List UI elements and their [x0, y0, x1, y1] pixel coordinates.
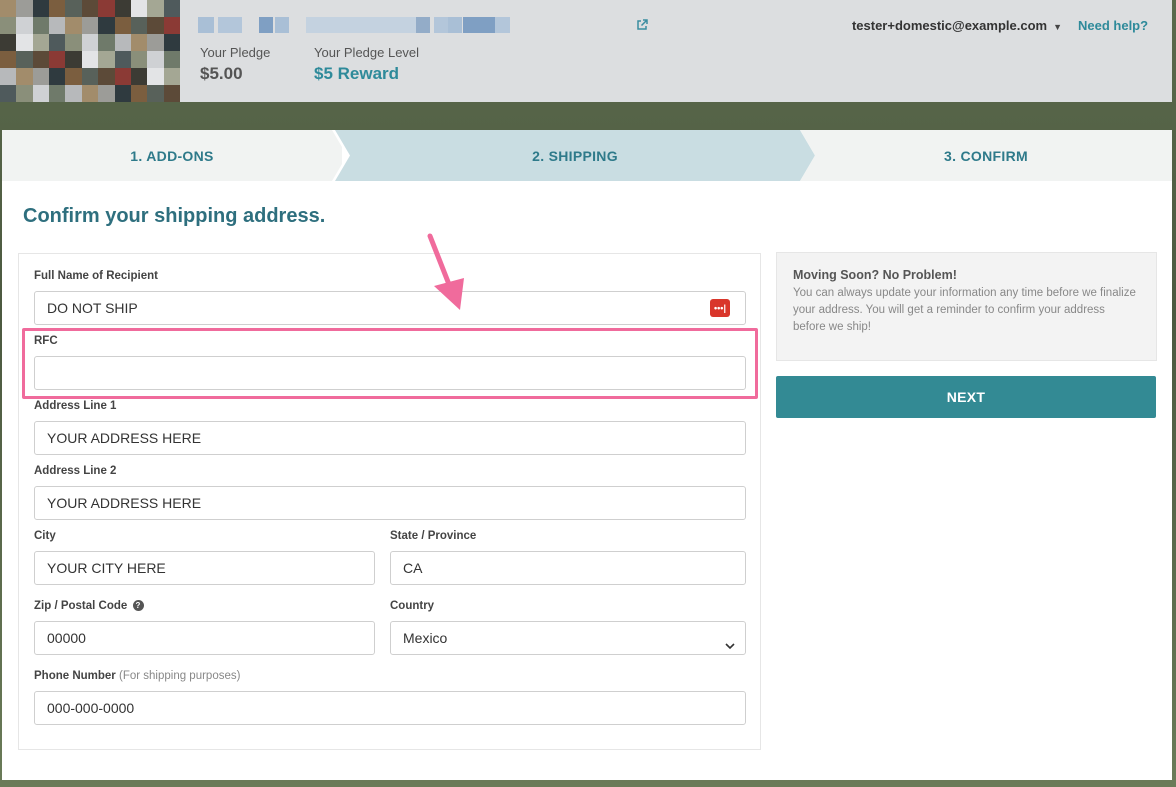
full-name-label: Full Name of Recipient: [34, 270, 158, 282]
note-body: You can always update your information a…: [793, 287, 1136, 333]
pledge-level-label: Your Pledge Level: [314, 45, 420, 60]
step-add-ons[interactable]: 1. ADD-ONS: [2, 130, 342, 181]
state-input[interactable]: [390, 551, 746, 585]
moving-soon-note: Moving Soon? No Problem! You can always …: [776, 252, 1157, 361]
project-thumbnail: [0, 0, 180, 102]
phone-hint: (For shipping purposes): [119, 670, 241, 682]
shipping-form: Full Name of Recipient •••| RFC Address …: [18, 253, 761, 750]
checkout-panel: 1. ADD-ONS 2. SHIPPING 3. CONFIRM Confir…: [2, 130, 1172, 780]
step-shipping[interactable]: 2. SHIPPING: [335, 130, 815, 181]
pledge-level-value: $5 Reward: [314, 64, 400, 83]
zip-label: Zip / Postal Code ?: [34, 600, 144, 612]
country-label: Country: [390, 600, 435, 612]
redacted-project-title: [198, 17, 518, 33]
address-line-1-input[interactable]: [34, 421, 746, 455]
full-name-input[interactable]: [34, 291, 746, 325]
chevron-down-icon: [725, 631, 735, 663]
password-manager-icon[interactable]: •••|: [710, 299, 730, 317]
step-confirm[interactable]: 3. CONFIRM: [800, 130, 1172, 181]
account-email: tester+domestic@example.com: [851, 18, 1048, 33]
full-name-wrapper: •••|: [34, 291, 746, 325]
country-select[interactable]: Mexico: [390, 621, 746, 655]
city-input[interactable]: [34, 551, 375, 585]
city-label: City: [34, 530, 56, 542]
pledge-header: Your Pledge $5.00 Your Pledge Level $5 R…: [0, 0, 1172, 102]
page-title: Confirm your shipping address.: [23, 205, 326, 227]
external-link-icon[interactable]: [636, 19, 650, 33]
progress-steps: 1. ADD-ONS 2. SHIPPING 3. CONFIRM: [2, 130, 1172, 181]
your-pledge-label: Your Pledge: [200, 45, 271, 60]
phone-label: Phone Number (For shipping purposes): [34, 670, 241, 682]
need-help-link[interactable]: Need help?: [1078, 18, 1148, 33]
next-button[interactable]: NEXT: [776, 376, 1156, 418]
account-menu[interactable]: tester+domestic@example.com ▼: [852, 18, 1062, 33]
note-title: Moving Soon? No Problem!: [793, 268, 957, 282]
caret-down-icon: ▼: [1053, 21, 1062, 32]
zip-input[interactable]: [34, 621, 375, 655]
rfc-input[interactable]: [34, 356, 746, 390]
address-line-1-label: Address Line 1: [34, 400, 117, 412]
help-circle-icon[interactable]: ?: [132, 600, 144, 612]
phone-input[interactable]: [34, 691, 746, 725]
state-label: State / Province: [390, 530, 477, 542]
address-line-2-input[interactable]: [34, 486, 746, 520]
your-pledge-value: $5.00: [200, 64, 243, 83]
address-line-2-label: Address Line 2: [34, 465, 117, 477]
country-selected-value: Mexico: [403, 630, 448, 646]
rfc-label: RFC: [34, 335, 58, 347]
